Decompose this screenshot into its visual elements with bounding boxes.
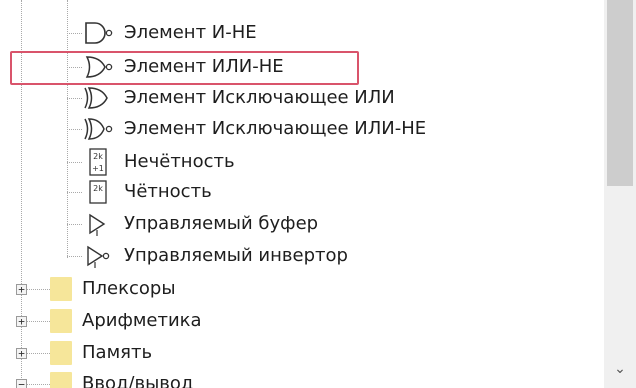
- expand-button[interactable]: +: [16, 284, 27, 295]
- folder-icon: [50, 277, 72, 301]
- scrollbar-thumb[interactable]: [607, 0, 633, 186]
- tree-branch: [67, 33, 82, 34]
- component-tree[interactable]: Элемент И-НЕ Элемент ИЛИ-НЕ Элемент Искл…: [0, 0, 604, 388]
- svg-text:2k: 2k: [93, 184, 103, 193]
- xnor-gate-icon: [84, 118, 113, 140]
- tree-item-controlled-buffer[interactable]: Управляемый буфер: [84, 209, 318, 239]
- tree-branch: [67, 224, 82, 225]
- tree-item-label: Элемент Исключающее ИЛИ-НЕ: [124, 118, 427, 139]
- tree-folder-io[interactable]: Ввод/вывод: [50, 369, 193, 388]
- tree-branch: [67, 256, 82, 257]
- scroll-down-arrow-icon[interactable]: ⌄: [604, 354, 636, 384]
- tree-item-xnor[interactable]: Элемент Исключающее ИЛИ-НЕ: [84, 114, 426, 144]
- xor-gate-icon: [84, 87, 108, 109]
- expand-button[interactable]: +: [16, 348, 27, 359]
- tree-branch: [67, 162, 82, 163]
- controlled-inverter-icon: [87, 245, 110, 268]
- tree-item-xor[interactable]: Элемент Исключающее ИЛИ: [84, 83, 395, 113]
- tree-folder-label: Ввод/вывод: [82, 373, 194, 388]
- vertical-scrollbar[interactable]: [604, 0, 636, 388]
- tree-branch: [26, 353, 50, 354]
- odd-parity-icon: 2k +1: [89, 148, 107, 176]
- tree-folder-label: Плексоры: [82, 278, 176, 299]
- tree-folder-label: Память: [82, 342, 153, 363]
- tree-folder-plexors[interactable]: Плексоры: [50, 274, 176, 304]
- selection-highlight: [10, 51, 359, 85]
- tree-branch: [67, 129, 82, 130]
- tree-item-label: Элемент Исключающее ИЛИ: [124, 87, 395, 108]
- tree-folder-arithmetic[interactable]: Арифметика: [50, 306, 202, 336]
- tree-folder-memory[interactable]: Память: [50, 338, 152, 368]
- folder-icon: [50, 341, 72, 365]
- tree-item-label: Управляемый инвертор: [124, 245, 348, 266]
- tree-item-label: Элемент И-НЕ: [124, 22, 257, 43]
- tree-branch: [67, 98, 82, 99]
- tree-item-even-parity[interactable]: 2k Чётность: [84, 177, 212, 207]
- tree-item-label: Нечётность: [124, 151, 235, 172]
- folder-icon: [50, 309, 72, 333]
- tree-branch: [26, 289, 50, 290]
- tree-item-label: Чётность: [124, 181, 212, 202]
- folder-icon: [50, 372, 72, 388]
- controlled-buffer-icon: [89, 213, 106, 236]
- expand-button[interactable]: +: [16, 316, 27, 327]
- svg-text:2k: 2k: [93, 152, 103, 161]
- nand-gate-icon: [85, 22, 113, 44]
- collapse-button[interactable]: −: [16, 379, 27, 388]
- tree-item-label: Управляемый буфер: [124, 213, 319, 234]
- tree-branch: [26, 321, 50, 322]
- tree-branch: [26, 384, 50, 385]
- even-parity-icon: 2k: [89, 180, 107, 204]
- tree-item-nand[interactable]: Элемент И-НЕ: [84, 18, 257, 48]
- tree-item-controlled-inverter[interactable]: Управляемый инвертор: [84, 241, 348, 271]
- svg-text:+1: +1: [92, 164, 104, 173]
- tree-folder-label: Арифметика: [82, 310, 202, 331]
- tree-item-odd-parity[interactable]: 2k +1 Нечётность: [84, 147, 235, 177]
- tree-branch: [67, 192, 82, 193]
